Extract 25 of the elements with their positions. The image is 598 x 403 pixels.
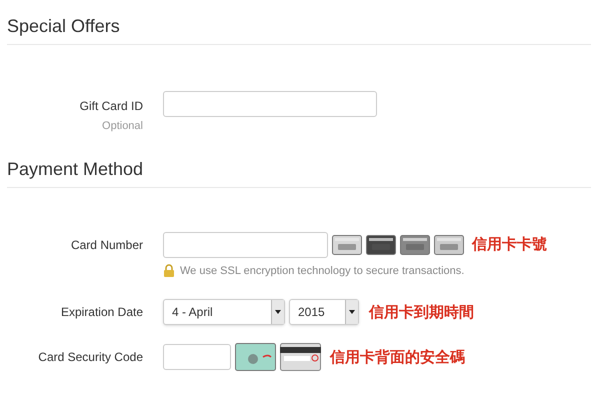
annotation: 信用卡卡號 [472, 234, 547, 256]
card-front-icon [235, 343, 276, 371]
card-logo-icon [332, 234, 362, 254]
field-label: Expiration Date [60, 304, 143, 321]
card-number-input[interactable] [163, 232, 328, 258]
security-note: We use SSL encryption technology to secure transactions. [180, 264, 464, 278]
annotation: 信用卡背面的安全碼 [330, 346, 465, 368]
section-heading: Special Offers [6, 15, 121, 38]
security-code-input[interactable] [163, 344, 231, 370]
field-label: Card Number [70, 236, 143, 254]
dropdown-caret-icon [349, 310, 355, 314]
field-label: Card Security Code [38, 349, 143, 366]
card-logo-icon [434, 234, 464, 254]
dropdown[interactable]: 2015 [289, 299, 359, 325]
annotation: 信用卡到期時間 [369, 302, 474, 323]
card-logo-icon [400, 234, 430, 254]
dropdown-caret-icon [275, 310, 281, 314]
gift-card-input[interactable] [163, 91, 377, 117]
card-back-icon [280, 343, 321, 371]
field-label: Gift Card ID [80, 98, 143, 115]
card-logo-icon [366, 234, 396, 254]
lock-icon [163, 264, 175, 278]
optional-hint: Optional [102, 119, 143, 134]
dropdown[interactable]: 4 - April [163, 299, 285, 325]
section-heading: Payment Method [6, 158, 144, 180]
